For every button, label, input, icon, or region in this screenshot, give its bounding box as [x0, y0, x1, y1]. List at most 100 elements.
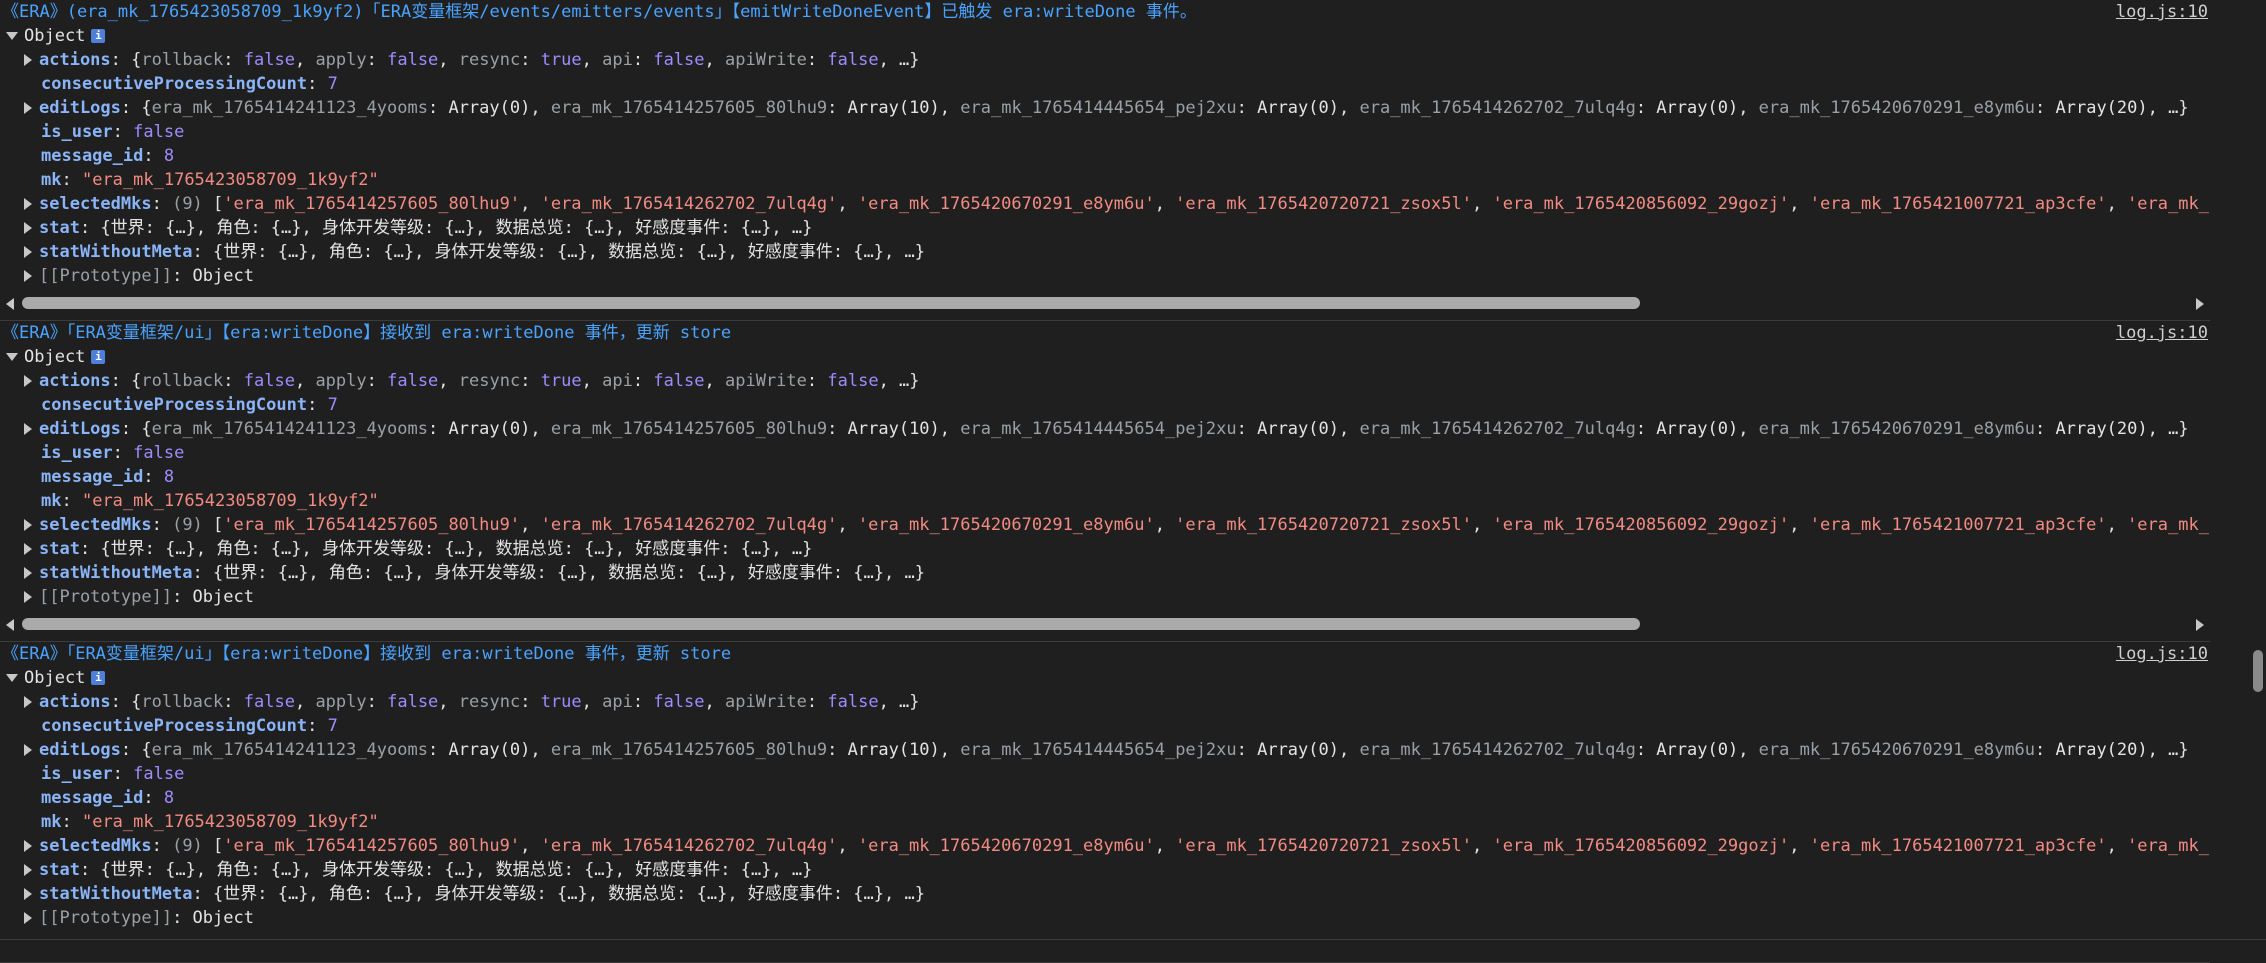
preview-key: era_mk_1765414445654_pej2xu	[960, 419, 1237, 439]
preview-key: rollback	[141, 692, 224, 712]
property-stat[interactable]: stat: {世界: {…}, 角色: {…}, 身体开发等级: {…}, 数据…	[0, 216, 2210, 240]
preview-key: era_mk_1765414241123_4yooms	[151, 98, 428, 118]
property-value: false	[133, 122, 185, 142]
property-actions[interactable]: actions: {rollback: false, apply: false,…	[0, 48, 2210, 72]
expand-triangle-icon[interactable]	[24, 744, 32, 756]
preview-key: api	[602, 692, 633, 712]
expand-triangle-icon[interactable]	[24, 375, 32, 387]
property-actions[interactable]: actions: {rollback: false, apply: false,…	[0, 369, 2210, 393]
property-selectedmks[interactable]: selectedMks: (9) ['era_mk_1765414257605_…	[0, 192, 2210, 216]
property-editlogs[interactable]: editLogs: {era_mk_1765414241123_4yooms: …	[0, 738, 2210, 762]
property-key: message_id	[41, 146, 144, 166]
object-root[interactable]: Object i	[0, 666, 2210, 690]
object-root[interactable]: Object i	[0, 24, 2210, 48]
message-text: 《ERA》「ERA变量框架/ui」【era:writeDone】接收到 era:…	[2, 644, 732, 664]
array-item: 'era_mk_1765420670291_e8ym6u'	[857, 836, 1155, 856]
property-statwithoutmeta[interactable]: statWithoutMeta: {世界: {…}, 角色: {…}, 身体开发…	[0, 240, 2210, 264]
expand-triangle-icon[interactable]	[24, 423, 32, 435]
expand-triangle-icon[interactable]	[24, 198, 32, 210]
collapse-triangle-icon[interactable]	[6, 674, 18, 682]
property-actions[interactable]: actions: {rollback: false, apply: false,…	[0, 690, 2210, 714]
property-is_user: is_user: false	[41, 764, 185, 784]
property-value: {世界: {…}, 角色: {…}, 身体开发等级: {…}, 数据总览: {……	[213, 884, 925, 904]
expand-triangle-icon[interactable]	[24, 519, 32, 531]
preview-brace: …}	[899, 50, 920, 70]
property-value: false	[387, 371, 439, 391]
preview-key: resync	[458, 692, 521, 712]
expand-triangle-icon[interactable]	[24, 888, 32, 900]
preview-key: apiWrite	[725, 371, 807, 391]
array-item: 'era_mk_1765421007721_ap3cfe'	[1809, 836, 2107, 856]
property-key: mk	[41, 170, 62, 190]
horizontal-scrollbar[interactable]	[0, 613, 2210, 635]
source-link[interactable]: log.js:10	[2116, 0, 2208, 24]
preview-key: apiWrite	[725, 50, 807, 70]
scroll-right-icon[interactable]	[2196, 619, 2204, 631]
property-stat[interactable]: stat: {世界: {…}, 角色: {…}, 身体开发等级: {…}, 数据…	[0, 858, 2210, 882]
message-text: 《ERA》「ERA变量框架/ui」【era:writeDone】接收到 era:…	[2, 323, 732, 343]
property-stat[interactable]: stat: {世界: {…}, 角色: {…}, 身体开发等级: {…}, 数据…	[0, 537, 2210, 561]
collapse-triangle-icon[interactable]	[6, 32, 18, 40]
vertical-scroll-thumb[interactable]	[2253, 650, 2263, 692]
property-selectedmks[interactable]: selectedMks: (9) ['era_mk_1765414257605_…	[0, 513, 2210, 537]
array-item: 'era_mk_1765420720721_zsox5l'	[1175, 515, 1472, 535]
property-key: selectedMks	[39, 836, 152, 856]
scroll-left-icon[interactable]	[6, 619, 14, 631]
expand-triangle-icon[interactable]	[24, 591, 32, 603]
property-value: Array(0)	[1257, 419, 1339, 439]
property-value: 8	[163, 146, 175, 166]
property-prototype[interactable]: [[Prototype]]: Object	[0, 585, 2210, 609]
property-value: true	[540, 50, 582, 70]
horizontal-scroll-thumb[interactable]	[22, 618, 1640, 630]
object-root[interactable]: Object i	[0, 345, 2210, 369]
collapse-triangle-icon[interactable]	[6, 353, 18, 361]
object-label: Object	[24, 26, 86, 46]
source-link[interactable]: log.js:10	[2116, 321, 2208, 345]
property-editlogs[interactable]: editLogs: {era_mk_1765414241123_4yooms: …	[0, 417, 2210, 441]
info-icon[interactable]: i	[91, 29, 106, 43]
info-icon[interactable]: i	[91, 671, 106, 685]
console-vertical-scrollbar[interactable]	[2250, 0, 2266, 940]
preview-key: era_mk_1765414257605_80lhu9	[550, 98, 828, 118]
message-header: 《ERA》「ERA变量框架/ui」【era:writeDone】接收到 era:…	[0, 642, 2210, 666]
expand-triangle-icon[interactable]	[24, 102, 32, 114]
array-item: 'era_mk_1765414262702_7ulq4g'	[540, 194, 838, 214]
expand-triangle-icon[interactable]	[24, 696, 32, 708]
expand-triangle-icon[interactable]	[24, 246, 32, 258]
property-statwithoutmeta[interactable]: statWithoutMeta: {世界: {…}, 角色: {…}, 身体开发…	[0, 561, 2210, 585]
property-value: Array(20)	[2055, 98, 2148, 118]
source-link[interactable]: log.js:10	[2116, 642, 2208, 666]
expand-triangle-icon[interactable]	[24, 543, 32, 555]
property-key: statWithoutMeta	[39, 242, 193, 262]
property-selectedmks[interactable]: selectedMks: (9) ['era_mk_1765414257605_…	[0, 834, 2210, 858]
expand-triangle-icon[interactable]	[24, 567, 32, 579]
message-text: 《ERA》(era_mk_1765423058709_1k9yf2)「ERA变量…	[2, 2, 1197, 22]
preview-key: era_mk_1765414257605_80lhu9	[550, 419, 828, 439]
property-key: selectedMks	[39, 194, 152, 214]
property-value: "era_mk_1765423058709_1k9yf2"	[81, 812, 379, 832]
property-key: message_id	[41, 467, 144, 487]
property-editlogs[interactable]: editLogs: {era_mk_1765414241123_4yooms: …	[0, 96, 2210, 120]
property-value: Array(20)	[2055, 419, 2148, 439]
property-prototype[interactable]: [[Prototype]]: Object	[0, 264, 2210, 288]
scroll-right-icon[interactable]	[2196, 298, 2204, 310]
property-value: Array(10)	[847, 98, 940, 118]
horizontal-scrollbar[interactable]	[0, 292, 2210, 314]
expand-triangle-icon[interactable]	[24, 840, 32, 852]
horizontal-scroll-thumb[interactable]	[22, 297, 1640, 309]
expand-triangle-icon[interactable]	[24, 270, 32, 282]
preview-brace: …}	[2168, 740, 2189, 760]
expand-triangle-icon[interactable]	[24, 54, 32, 66]
preview-key: era_mk_1765414262702_7ulq4g	[1359, 740, 1636, 760]
scroll-left-icon[interactable]	[6, 298, 14, 310]
preview-key: era_mk_1765420670291_e8ym6u	[1758, 419, 2036, 439]
expand-triangle-icon[interactable]	[24, 912, 32, 924]
array-item: 'era_mk_1765414262702_7ulq4g'	[540, 515, 838, 535]
info-icon[interactable]: i	[91, 350, 106, 364]
property-key: consecutiveProcessingCount	[41, 716, 308, 736]
property-value: false	[653, 50, 705, 70]
expand-triangle-icon[interactable]	[24, 222, 32, 234]
expand-triangle-icon[interactable]	[24, 864, 32, 876]
property-prototype[interactable]: [[Prototype]]: Object	[0, 906, 2210, 930]
property-statwithoutmeta[interactable]: statWithoutMeta: {世界: {…}, 角色: {…}, 身体开发…	[0, 882, 2210, 906]
